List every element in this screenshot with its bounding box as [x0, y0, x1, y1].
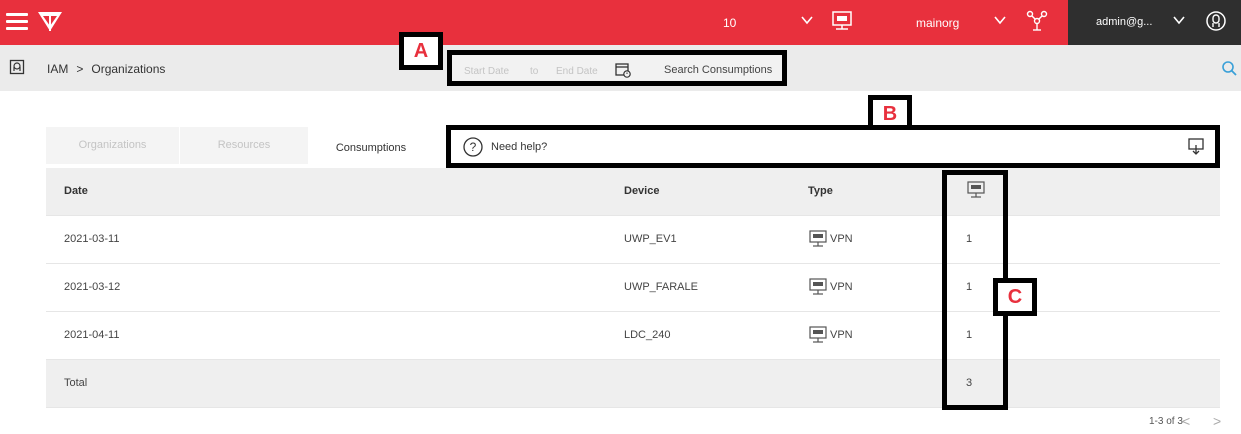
user-icon[interactable] — [1205, 10, 1227, 32]
network-icon[interactable] — [1025, 9, 1049, 33]
total-label: Total — [64, 377, 88, 389]
annotation-label-c: C — [993, 278, 1037, 316]
annotation-label-a: A — [399, 32, 443, 70]
cell-device: UWP_FARALE — [624, 281, 698, 293]
end-date-input[interactable]: End Date — [556, 66, 598, 77]
cell-type: VPN — [808, 325, 853, 345]
table-header-row: Date Device Type — [46, 168, 1220, 216]
help-icon[interactable]: ? — [462, 136, 484, 158]
tab-organizations[interactable]: Organizations — [46, 127, 179, 164]
breadcrumb-current: Organizations — [91, 62, 166, 76]
chevron-down-icon[interactable] — [1172, 13, 1186, 27]
help-text[interactable]: Need help? — [491, 141, 547, 153]
top-bar: 10 mainorg admin@g... — [0, 0, 1241, 45]
tab-consumptions[interactable]: Consumptions — [311, 130, 431, 167]
vpn-icon — [809, 278, 827, 295]
org-selector[interactable]: mainorg — [916, 16, 959, 30]
svg-text:?: ? — [470, 140, 477, 154]
cell-date: 2021-04-11 — [64, 329, 120, 341]
breadcrumb: IAM > Organizations — [47, 62, 165, 76]
cell-date: 2021-03-12 — [64, 281, 121, 293]
table-total-row: Total 3 — [46, 360, 1220, 408]
next-page-button[interactable]: > — [1213, 413, 1221, 429]
breadcrumb-separator: > — [76, 62, 84, 76]
download-icon[interactable] — [1187, 137, 1205, 155]
table-row[interactable]: 2021-04-11 LDC_240 VPN 1 — [46, 312, 1220, 360]
prev-page-button[interactable]: < — [1182, 413, 1190, 429]
cell-device: LDC_240 — [624, 329, 671, 341]
pagination-range: 1-3 of 3 — [1149, 416, 1183, 427]
user-name: admin@g... — [1096, 16, 1153, 28]
cell-date: 2021-03-11 — [64, 233, 120, 245]
breadcrumb-root[interactable]: IAM — [47, 62, 68, 76]
cell-type-label: VPN — [830, 281, 853, 293]
count-badge: 10 — [723, 16, 737, 30]
logo-icon — [38, 12, 62, 31]
vpn-icon — [809, 230, 827, 247]
table-row[interactable]: 2021-03-12 UWP_FARALE VPN 1 — [46, 264, 1220, 312]
cell-type: VPN — [808, 277, 853, 297]
search-icon[interactable] — [1221, 60, 1237, 76]
tab-resources[interactable]: Resources — [180, 127, 308, 164]
vpn-icon[interactable] — [831, 10, 853, 32]
chevron-down-icon[interactable] — [993, 13, 1007, 27]
help-bar: ? Need help? — [446, 125, 1220, 168]
vpn-icon — [809, 326, 827, 343]
page: 10 mainorg admin@g... IAM > Organization… — [0, 0, 1241, 434]
column-header-date[interactable]: Date — [64, 185, 88, 197]
breadcrumb-bar: IAM > Organizations Start Date to End Date… — [0, 45, 1241, 91]
cell-type-label: VPN — [830, 329, 853, 341]
search-consumptions-button[interactable]: Search Consumptions — [664, 64, 772, 76]
table-row[interactable]: 2021-03-11 UWP_EV1 VPN 1 — [46, 216, 1220, 264]
column-header-type[interactable]: Type — [808, 185, 833, 197]
column-header-device[interactable]: Device — [624, 185, 659, 197]
to-label: to — [530, 66, 539, 77]
chevron-down-icon[interactable] — [800, 13, 814, 27]
home-icon[interactable] — [9, 59, 25, 75]
cell-type-label: VPN — [830, 233, 853, 245]
date-range-filter: Start Date to End Date Search Consumptio… — [447, 50, 787, 86]
cell-device: UWP_EV1 — [624, 233, 677, 245]
calendar-icon[interactable] — [615, 62, 631, 78]
user-menu[interactable]: admin@g... — [1068, 0, 1241, 45]
start-date-input[interactable]: Start Date — [464, 66, 509, 77]
menu-icon[interactable] — [6, 11, 28, 33]
cell-type: VPN — [808, 229, 853, 249]
